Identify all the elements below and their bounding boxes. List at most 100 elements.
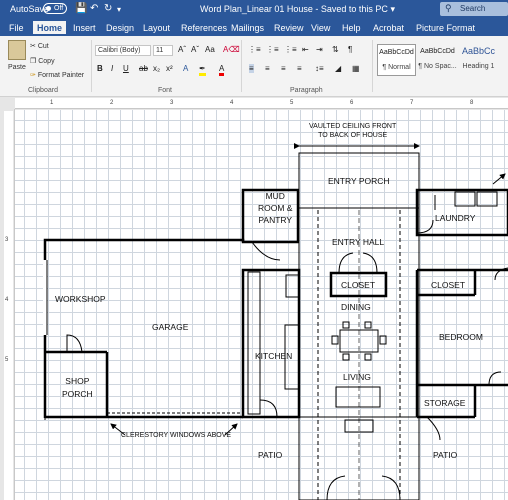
justify-icon[interactable]: ≡ [297,64,302,73]
line-spacing-icon[interactable]: ↕≡ [315,64,324,73]
highlight-icon[interactable]: ✒ [199,64,206,76]
numbering-icon[interactable]: ⋮≡ [266,45,279,54]
save-icon[interactable]: 💾 [75,3,87,14]
grow-font-icon[interactable]: Aˆ [178,45,186,54]
room-bedroom: BEDROOM [439,332,483,342]
ruler-number: 3 [5,237,9,243]
room-storage: STORAGE [424,398,466,408]
tab-layout[interactable]: Layout [143,23,170,33]
change-case-icon[interactable]: Aa [205,45,215,54]
style-no-spacing[interactable]: AaBbCcDd ¶ No Spac... [418,44,457,76]
room-entry-hall: ENTRY HALL [332,237,385,247]
cut-button[interactable]: ✂ Cut [30,42,49,50]
style-sample: AaBbCc [461,46,496,56]
ruler-number: 8 [470,100,474,106]
search-label: Search [460,4,486,13]
style-name: Heading 1 [462,63,495,70]
font-name-combo[interactable]: Calibri (Body) [95,45,151,56]
shading-icon[interactable]: ◢ [335,64,341,73]
ruler-number: 4 [5,297,9,303]
floor-plan[interactable] [15,110,508,500]
align-center-icon[interactable]: ≡ [265,64,270,73]
style-name: ¶ Normal [382,64,411,71]
show-marks-icon[interactable]: ¶ [348,45,352,54]
room-closet-center: CLOSET [341,280,376,290]
increase-indent-icon[interactable]: ⇥ [316,45,323,54]
tab-acrobat[interactable]: Acrobat [373,23,404,33]
clear-format-icon[interactable]: A⌫ [223,45,240,54]
shrink-font-icon[interactable]: Aˇ [191,45,199,54]
tab-help[interactable]: Help [342,23,361,33]
room-closet-right: CLOSET [431,280,466,290]
sort-icon[interactable]: ⇅ [332,45,339,54]
paste-icon[interactable] [8,40,26,60]
multilevel-list-icon[interactable]: ⋮≡ [284,45,297,54]
tab-review[interactable]: Review [274,23,304,33]
toggle-knob [46,6,51,11]
tab-home[interactable]: Home [33,21,67,36]
redo-icon[interactable]: ↻ [104,3,112,14]
ruler-track [4,111,13,500]
strikethrough-icon[interactable]: ab [139,64,148,73]
style-normal[interactable]: AaBbCcDd ¶ Normal [377,44,416,76]
tab-insert[interactable]: Insert [73,23,96,33]
paste-button[interactable]: Paste [8,64,26,71]
style-sample: AaBbCcDd [420,48,455,55]
clipboard-group-label: Clipboard [28,87,58,94]
room-living: LIVING [343,372,371,382]
style-heading-1[interactable]: AaBbCc Heading 1 [459,44,498,76]
title-bar: AutoSave Off 💾 ↶ ↻ ▾ Word Plan_Linear 01… [0,0,508,19]
copy-button[interactable]: ❐ Copy [30,57,55,65]
align-right-icon[interactable]: ≡ [281,64,286,73]
decrease-indent-icon[interactable]: ⇤ [302,45,309,54]
document-page[interactable]: VAULTED CEILING FRONT TO BACK OF HOUSE E… [15,110,508,500]
toggle-state: Off [54,5,64,12]
clerestory-note: CLERESTORY WINDOWS ABOVE [121,432,232,439]
bold-icon[interactable]: B [97,64,103,73]
text-effects-icon[interactable]: A [183,64,188,73]
undo-icon[interactable]: ↶ [90,3,98,14]
chevron-down-icon: ▾ [390,4,395,14]
ribbon-tabs: File Home Insert Design Layout Reference… [0,19,508,36]
tab-view[interactable]: View [311,23,330,33]
subscript-icon[interactable]: x₂ [153,64,160,73]
document-title[interactable]: Word Plan_Linear 01 House - Saved to thi… [200,4,395,15]
autosave-toggle[interactable]: Off [43,3,67,14]
room-kitchen: KITCHEN [255,351,293,361]
borders-icon[interactable]: ▦ [352,64,360,73]
room-shop-porch: SHOP PORCH [62,376,93,399]
search-box[interactable]: ⚲ Search [440,2,508,16]
superscript-icon[interactable]: x² [166,64,173,73]
tab-design[interactable]: Design [106,23,134,33]
scissors-icon: ✂ [30,43,36,50]
paragraph-group-label: Paragraph [290,87,323,94]
brush-icon: ✑ [30,72,36,79]
group-separator [372,40,373,92]
customize-toolbar-icon[interactable]: ▾ [117,5,121,14]
ruler-number: 3 [170,100,174,106]
italic-icon[interactable]: I [111,64,113,73]
ruler-number: 2 [110,100,114,106]
tab-references[interactable]: References [181,23,227,33]
room-garage: GARAGE [152,322,189,332]
tab-picture-format[interactable]: Picture Format [416,23,475,33]
font-color-icon[interactable]: A [219,64,225,76]
align-left-icon[interactable]: ≡ [249,64,254,73]
horizontal-ruler[interactable]: 1 2 3 4 5 6 7 8 [15,98,508,109]
room-patio-right: PATIO [433,450,458,460]
group-separator [241,40,242,92]
underline-icon[interactable]: U [123,64,129,73]
room-laundry: LAUNDRY [435,213,476,223]
vertical-ruler[interactable]: 3 4 5 [0,109,15,500]
room-mud-room: MUD ROOM & PANTRY [258,191,293,225]
ruler-number: 4 [230,100,234,106]
copy-icon: ❐ [30,58,37,65]
bullets-icon[interactable]: ⋮≡ [248,45,261,54]
tab-file[interactable]: File [9,23,24,33]
tab-mailings[interactable]: Mailings [231,23,264,33]
format-painter-button[interactable]: ✑ Format Painter [30,71,84,79]
ruler-number: 5 [5,357,9,363]
ribbon: Paste ✂ Cut ❐ Copy ✑ Format Painter Clip… [0,36,508,97]
ruler-number: 1 [50,100,54,106]
font-size-combo[interactable]: 11 [153,45,173,56]
